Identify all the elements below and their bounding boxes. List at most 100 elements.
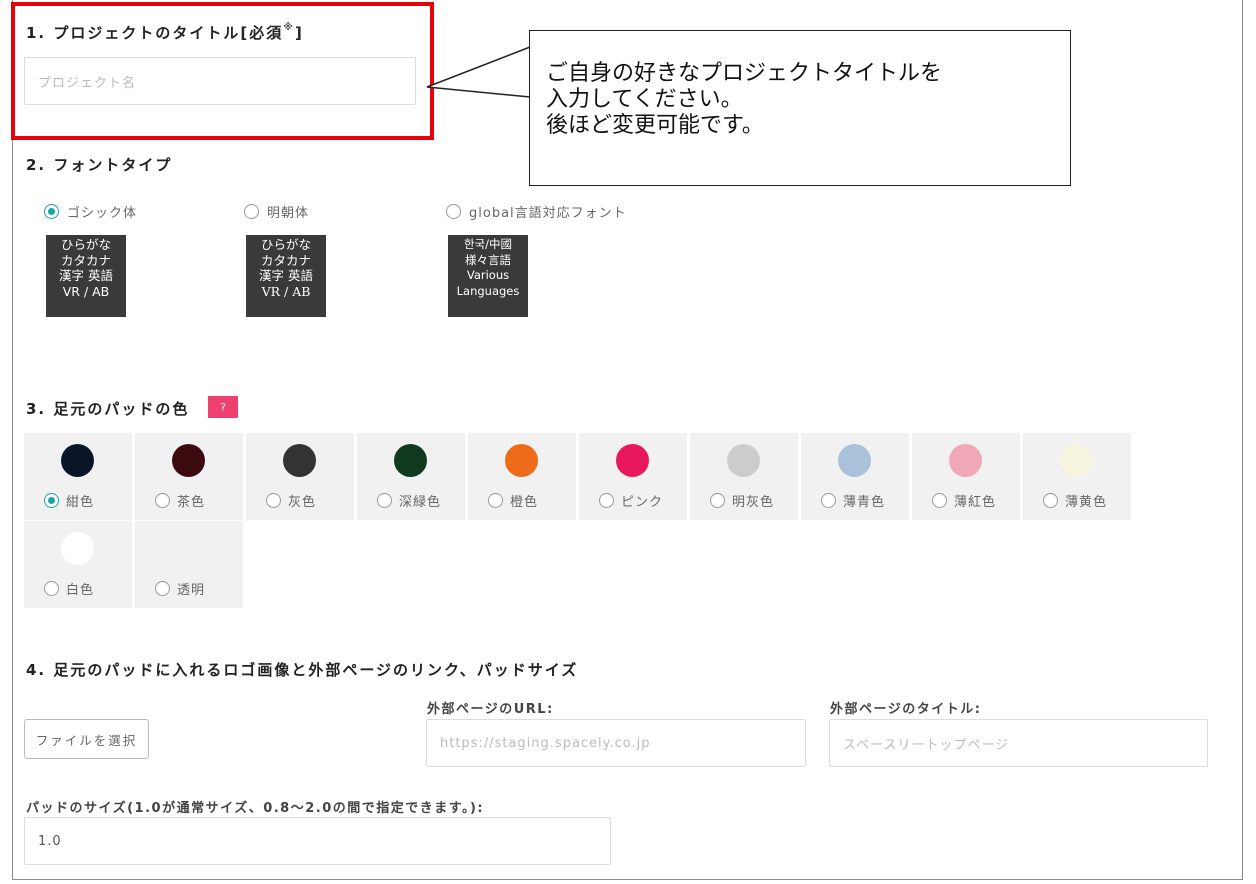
color-option[interactable]: 透明 — [135, 521, 243, 608]
color-option-label[interactable]: ピンク — [599, 491, 663, 510]
preview-line: 한국/中國 — [463, 237, 513, 251]
color-option-label[interactable]: 透明 — [155, 579, 205, 598]
font-option-global[interactable]: global言語対応フォント — [446, 202, 627, 221]
radio-icon[interactable] — [377, 493, 392, 508]
color-label-text: 橙色 — [510, 495, 539, 510]
radio-icon[interactable] — [599, 493, 614, 508]
color-swatch[interactable] — [61, 532, 94, 565]
preview-line: 漢字 英語 — [259, 268, 313, 283]
page-title-label: 外部ページのタイトル: — [830, 702, 982, 717]
color-option[interactable]: 紺色 — [24, 433, 132, 520]
section2-title: 2. フォントタイプ — [26, 156, 173, 174]
preview-line: ひらがな — [260, 237, 311, 252]
color-option-label[interactable]: 薄黄色 — [1043, 491, 1107, 510]
color-option[interactable]: 明灰色 — [690, 433, 798, 520]
callout-line: 後ほど変更可能です。 — [546, 113, 764, 138]
font-preview-mincho[interactable]: ひらがな カタカナ 漢字 英語 VR / AB — [246, 235, 326, 317]
page-title-input[interactable]: スペースリートップページ — [829, 719, 1208, 767]
color-option[interactable]: 薄紅色 — [912, 433, 1020, 520]
color-option[interactable]: 茶色 — [135, 433, 243, 520]
color-swatch[interactable] — [838, 444, 871, 477]
radio-icon[interactable] — [821, 493, 836, 508]
color-swatch[interactable] — [172, 444, 205, 477]
color-option[interactable]: 橙色 — [468, 433, 576, 520]
color-swatch[interactable] — [505, 444, 538, 477]
color-label-text: 深緑色 — [399, 495, 442, 510]
color-option[interactable]: ピンク — [579, 433, 687, 520]
highlight-box — [11, 2, 434, 140]
preview-line: カタカナ — [260, 252, 311, 268]
color-option-label[interactable]: 深緑色 — [377, 491, 441, 510]
radio-icon[interactable] — [710, 493, 725, 508]
color-swatch[interactable] — [394, 444, 427, 477]
callout-box: ご自身の好きなプロジェクトタイトルを 入力してください。 後ほど変更可能です。 — [529, 30, 1071, 186]
color-label-text: ピンク — [621, 495, 664, 510]
color-label-text: 茶色 — [177, 495, 206, 510]
color-option-label[interactable]: 茶色 — [155, 491, 205, 510]
color-option-label[interactable]: 白色 — [44, 579, 94, 598]
radio-icon[interactable] — [155, 581, 170, 596]
preview-line: VR / AB — [261, 283, 311, 299]
font-preview-global[interactable]: 한국/中國 様々言語 Various Languages — [448, 235, 528, 317]
file-select-button[interactable]: ファイルを選択 — [24, 719, 149, 759]
color-option-label[interactable]: 明灰色 — [710, 491, 774, 510]
radio-icon[interactable] — [266, 493, 281, 508]
preview-line: VR / AB — [62, 283, 110, 299]
preview-line: カタカナ — [60, 252, 111, 268]
color-swatch[interactable] — [949, 444, 982, 477]
callout-pointer — [426, 46, 531, 98]
pad-size-label: パッドのサイズ(1.0が通常サイズ、0.8〜2.0の間で指定できます。): — [26, 801, 485, 816]
preview-line: 様々言語 — [465, 252, 511, 267]
color-label-text: 灰色 — [288, 495, 317, 510]
color-option[interactable]: 薄黄色 — [1023, 433, 1131, 520]
radio-icon[interactable] — [932, 493, 947, 508]
font-option-mincho[interactable]: 明朝体 — [244, 202, 309, 221]
color-option-label[interactable]: 橙色 — [488, 491, 538, 510]
font-option-label: ゴシック体 — [67, 206, 138, 221]
color-option-label[interactable]: 紺色 — [44, 491, 94, 510]
color-option-label[interactable]: 薄紅色 — [932, 491, 996, 510]
color-swatch[interactable] — [616, 444, 649, 477]
pad-size-input[interactable]: 1.0 — [24, 817, 611, 865]
radio-icon[interactable] — [155, 493, 170, 508]
color-option[interactable]: 深緑色 — [357, 433, 465, 520]
preview-line: Languages — [456, 283, 520, 298]
color-swatch[interactable] — [727, 444, 760, 477]
color-option[interactable]: 白色 — [24, 521, 132, 608]
color-option-label[interactable]: 薄青色 — [821, 491, 885, 510]
section4-title: 4. 足元のパッドに入れるロゴ画像と外部ページのリンク、パッドサイズ — [26, 661, 579, 679]
color-label-text: 薄黄色 — [1065, 495, 1108, 510]
callout-line: ご自身の好きなプロジェクトタイトルを — [546, 61, 943, 86]
preview-line: 漢字 英語 — [59, 268, 113, 283]
radio-icon[interactable] — [446, 204, 461, 219]
color-option[interactable]: 薄青色 — [801, 433, 909, 520]
font-option-gothic[interactable]: ゴシック体 — [44, 202, 137, 221]
callout-line: 入力してください。 — [546, 87, 743, 112]
help-badge[interactable]: ? — [208, 396, 238, 418]
radio-icon[interactable] — [44, 581, 59, 596]
color-label-text: 薄紅色 — [954, 495, 997, 510]
color-option[interactable]: 灰色 — [246, 433, 354, 520]
radio-icon[interactable] — [488, 493, 503, 508]
url-label: 外部ページのURL: — [427, 702, 554, 717]
section3-title: 3. 足元のパッドの色 — [26, 400, 190, 418]
color-swatch[interactable] — [283, 444, 316, 477]
color-option-label[interactable]: 灰色 — [266, 491, 316, 510]
font-preview-gothic[interactable]: ひらがな カタカナ 漢字 英語 VR / AB — [46, 235, 126, 317]
radio-checked-icon[interactable] — [44, 204, 59, 219]
font-option-label: global言語対応フォント — [469, 206, 627, 221]
color-label-text: 白色 — [66, 583, 95, 598]
color-label-text: 紺色 — [66, 495, 95, 510]
radio-icon[interactable] — [1043, 493, 1058, 508]
color-label-text: 明灰色 — [732, 495, 775, 510]
font-option-label: 明朝体 — [267, 206, 310, 221]
radio-icon[interactable] — [244, 204, 259, 219]
preview-line: Various — [466, 268, 510, 282]
color-swatch[interactable] — [1060, 444, 1093, 477]
url-input[interactable]: https://staging.spacely.co.jp — [426, 719, 806, 767]
preview-line: ひらがな — [60, 237, 111, 252]
color-label-text: 薄青色 — [843, 495, 886, 510]
color-label-text: 透明 — [177, 583, 206, 598]
radio-checked-icon[interactable] — [44, 493, 59, 508]
color-swatch[interactable] — [61, 444, 94, 477]
